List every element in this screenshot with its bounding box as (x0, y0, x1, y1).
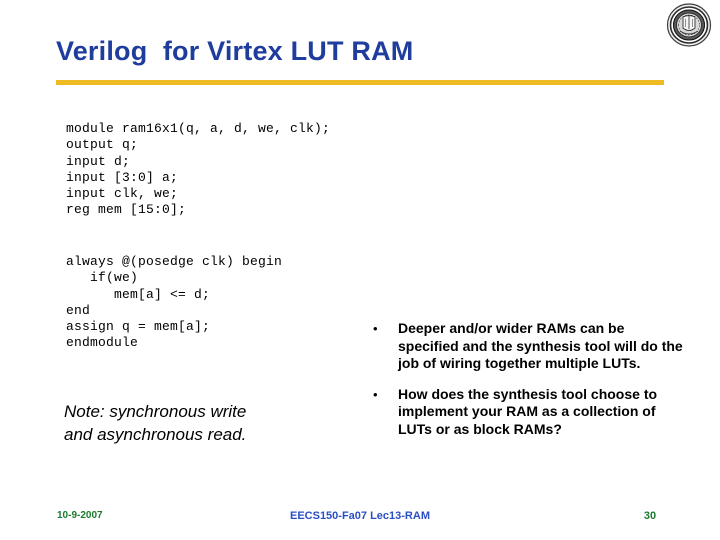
title-underline-rule (56, 80, 664, 85)
footer-course-label: EECS150-Fa07 Lec13-RAM (289, 510, 430, 522)
university-seal-icon (666, 3, 712, 47)
bullet-marker-icon: • (373, 321, 378, 336)
bullet-item-label: How does the synthesis tool choose to im… (398, 385, 658, 437)
bullet-marker-icon: • (373, 386, 378, 402)
bullet-item-label: Deeper and/or wider RAMs can be specifie… (398, 320, 683, 371)
verilog-code-block-declarations: module ram16x1(q, a, d, we, clk); output… (66, 121, 331, 218)
slide-canvas: Verilog for Virtex LUT RAM module ram16x… (0, 0, 720, 540)
list-item: • How does the synthesis tool choose to … (366, 386, 686, 439)
verilog-code-block-always: always @(posedge clk) begin if(we) mem[a… (66, 254, 283, 351)
note-text: Note: synchronous write and asynchronous… (64, 402, 247, 444)
list-item: • Deeper and/or wider RAMs can be specif… (366, 320, 686, 373)
bullet-list: • Deeper and/or wider RAMs can be specif… (366, 320, 686, 451)
slide-title: Verilog for Virtex LUT RAM (56, 36, 414, 66)
footer-page-number: 30 (643, 510, 657, 522)
